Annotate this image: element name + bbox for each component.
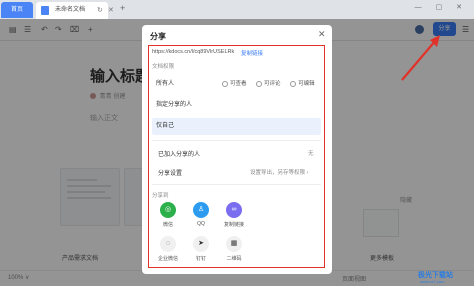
dialog-title: 分享 [150,32,166,41]
close-icon[interactable]: ✕ [318,29,326,40]
watermark-url: www.xz7.com [420,279,445,284]
tab-bar: 首页 未命名文档 ↻ ✕ + — ▢ ✕ [0,0,474,19]
document-icon [41,6,49,15]
new-tab-icon[interactable]: + [120,3,125,13]
annotation-highlight-box [148,45,325,268]
reload-icon[interactable]: ↻ [97,2,103,19]
tab-home[interactable]: 首页 [1,2,33,18]
close-tab-icon[interactable]: ✕ [108,2,114,19]
tab-document[interactable]: 未命名文档 ↻ ✕ [36,2,114,19]
tab-document-label: 未命名文档 [55,7,86,13]
window-controls[interactable]: — ▢ ✕ [415,3,468,11]
